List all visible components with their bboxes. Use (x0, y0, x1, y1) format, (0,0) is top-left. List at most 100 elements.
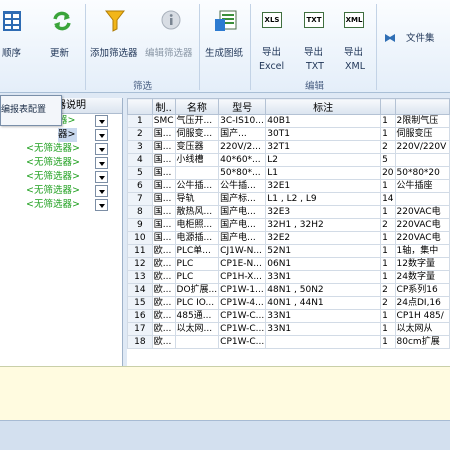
table-cell: 国产标... (218, 192, 267, 206)
column-header[interactable] (380, 98, 396, 115)
edit-filter-button[interactable]: 编辑筛选器 (143, 4, 198, 72)
table-row[interactable]: 6 国... 公牛插... 公牛插... 32E1 1 公牛插座 (127, 179, 450, 193)
table-row[interactable]: 1 SMC 气压开... 3C-IS10... 40B1 1 2限制气压 (127, 114, 450, 128)
refresh-button[interactable]: 更新 (45, 4, 79, 72)
column-header[interactable]: 标注 (265, 98, 382, 115)
column-header[interactable]: 型号 (218, 98, 267, 115)
file-set-button[interactable]: 文件集 (384, 30, 444, 50)
table-row[interactable]: 7 国... 导轨 国产标... L1 , L2 , L9 14 (127, 192, 450, 206)
refresh-icon (53, 11, 71, 31)
table-row[interactable]: 18 欧... CP1W-C... 1 80cm扩展 (127, 335, 450, 349)
table-row[interactable]: 15 欧... PLC IO... CP1W-4... 40N1 , 44N1 2 24点D… (127, 296, 450, 310)
table-row[interactable]: 2 国... 伺服变... 国产... 30T1 1 伺服变压 (127, 127, 450, 141)
table-cell: 以太网从 (394, 322, 450, 336)
row-number-cell: 3 (127, 140, 153, 154)
order-button[interactable]: 顺序 (0, 4, 30, 72)
export-txt-button[interactable]: TXT 导出 TXT (297, 4, 331, 76)
table-row[interactable]: 9 国... 电柜照... 国产电... 32H1 , 32H2 2 220VAC电 (127, 218, 450, 232)
table-row[interactable]: 4 国... 小线槽 40*60*... L2 5 (127, 153, 450, 167)
table-cell: 40N1 , 44N1 (265, 296, 382, 310)
table-row[interactable]: 13 欧... PLC CP1H-X... 33N1 1 24数字量 (127, 270, 450, 284)
column-header[interactable]: 制.. (151, 98, 176, 115)
table-cell (174, 166, 220, 180)
table-row[interactable]: 12 欧... PLC CP1E-N... 06N1 1 12数字量 (127, 257, 450, 271)
table-cell: 220V/2... (218, 140, 267, 154)
column-header[interactable] (394, 98, 450, 115)
export-excel-button[interactable]: XLS 导出 Excel (255, 4, 289, 76)
row-number-cell: 2 (127, 127, 153, 141)
row-number-cell: 12 (127, 257, 153, 271)
table-cell: 50*80*... (218, 166, 267, 180)
table-row[interactable]: 11 欧... PLC单... CJ1W-N... 52N1 1 1轴，集中 (127, 244, 450, 258)
filter-dropdown-button[interactable] (95, 129, 108, 141)
table-cell: 1 (380, 270, 396, 284)
filter-row-label: 器> (58, 128, 78, 142)
table-cell: 220V/220V (394, 140, 450, 154)
filter-row[interactable]: <无筛选器> (0, 156, 122, 170)
row-number-cell: 18 (127, 335, 153, 349)
table-row[interactable]: 3 国... 变压器 220V/2... 32T1 2 220V/220V (127, 140, 450, 154)
table-cell: 1 (380, 231, 396, 245)
row-number-cell: 5 (127, 166, 153, 180)
table-cell: 1 (380, 127, 396, 141)
filter-row[interactable]: 器> (0, 128, 122, 142)
table-cell: 32E3 (265, 205, 382, 219)
column-header[interactable]: 名称 (174, 98, 220, 115)
table-cell: PLC IO... (174, 296, 220, 310)
table-cell: 2 (380, 296, 396, 310)
row-number-cell: 9 (127, 218, 153, 232)
table-cell (394, 192, 450, 206)
table-cell: 1 (380, 309, 396, 323)
filter-dropdown-button[interactable] (95, 171, 108, 183)
filter-row[interactable]: <无筛选器> (0, 142, 122, 156)
table-cell: 1 (380, 335, 396, 349)
report-config-popup[interactable]: 编报表配置 (0, 95, 62, 126)
table-cell: 欧... (151, 257, 176, 271)
row-number-cell: 14 (127, 283, 153, 297)
refresh-label: 更新 (50, 48, 70, 59)
table-cell: 48N1 , 50N2 (265, 283, 382, 297)
table-cell: 2 (380, 140, 396, 154)
filter-dropdown-button[interactable] (95, 185, 108, 197)
xls-file-icon: XLS (262, 12, 282, 28)
table-row[interactable]: 5 国... 50*80*... L1 20 50*80*20 (127, 166, 450, 180)
export-xml-button[interactable]: XML 导出 XML (337, 4, 371, 76)
ribbon-toolbar: 顺序 更新 添加筛选器 编辑筛选器 筛选 生成图纸 XLS 导出 Excel T… (0, 0, 450, 93)
filter-panel: 器说明 器> 器> <无筛选器> <无筛选器> <无筛选器> <无筛选器> <无筛选器> (0, 98, 123, 366)
table-cell: 33N1 (265, 270, 382, 284)
filter-row[interactable]: <无筛选器> (0, 198, 122, 212)
table-cell: 32E2 (265, 231, 382, 245)
filter-dropdown-button[interactable] (95, 157, 108, 169)
row-number-cell: 11 (127, 244, 153, 258)
table-cell: CP1H-X... (218, 270, 267, 284)
edit-report-config-item[interactable]: 编报表配置 (1, 105, 46, 115)
table-cell: 国产电... (218, 218, 267, 232)
generate-drawing-button[interactable]: 生成图纸 (202, 4, 250, 72)
table-cell: 1 (380, 322, 396, 336)
table-cell: 国... (151, 192, 176, 206)
filter-dropdown-button[interactable] (95, 115, 108, 127)
table-row[interactable]: 10 国... 电源插... 国产电... 32E2 1 220VAC电 (127, 231, 450, 245)
table-cell: 220VAC电 (394, 218, 450, 232)
filter-dropdown-button[interactable] (95, 199, 108, 211)
filter-row[interactable]: <无筛选器> (0, 184, 122, 198)
add-filter-button[interactable]: 添加筛选器 (88, 4, 140, 72)
parts-table: 制.. 名称 型号 标注 1 SMC 气压开... 3C-IS10... 40B1 1 2限制气压… (127, 98, 450, 366)
export-txt-label-1: 导出 (304, 47, 324, 58)
row-number-cell: 7 (127, 192, 153, 206)
table-row[interactable]: 8 国... 散热风... 国产电... 32E3 1 220VAC电 (127, 205, 450, 219)
table-cell: 国产... (218, 127, 267, 141)
filter-dropdown-button[interactable] (95, 143, 108, 155)
filter-row[interactable]: <无筛选器> (0, 170, 122, 184)
parts-table-grid: 制.. 名称 型号 标注 1 SMC 气压开... 3C-IS10... 40B1 1 2限制气压… (127, 98, 450, 349)
table-row[interactable]: 16 欧... 485通... CP1W-C... 33N1 1 CP1H 485/ (127, 309, 450, 323)
column-header[interactable] (127, 98, 153, 115)
table-cell: 散热风... (174, 205, 220, 219)
table-cell: PLC (174, 270, 220, 284)
grid-order-icon (3, 11, 21, 31)
export-xml-label-1: 导出 (344, 47, 364, 58)
table-row[interactable]: 17 欧... 以太网... CP1W-C... 33N1 1 以太网从 (127, 322, 450, 336)
row-number-cell: 1 (127, 114, 153, 128)
table-row[interactable]: 14 欧... DO扩展... CP1W-1... 48N1 , 50N2 2 CP系列16 (127, 283, 450, 297)
table-cell: CP系列16 (394, 283, 450, 297)
